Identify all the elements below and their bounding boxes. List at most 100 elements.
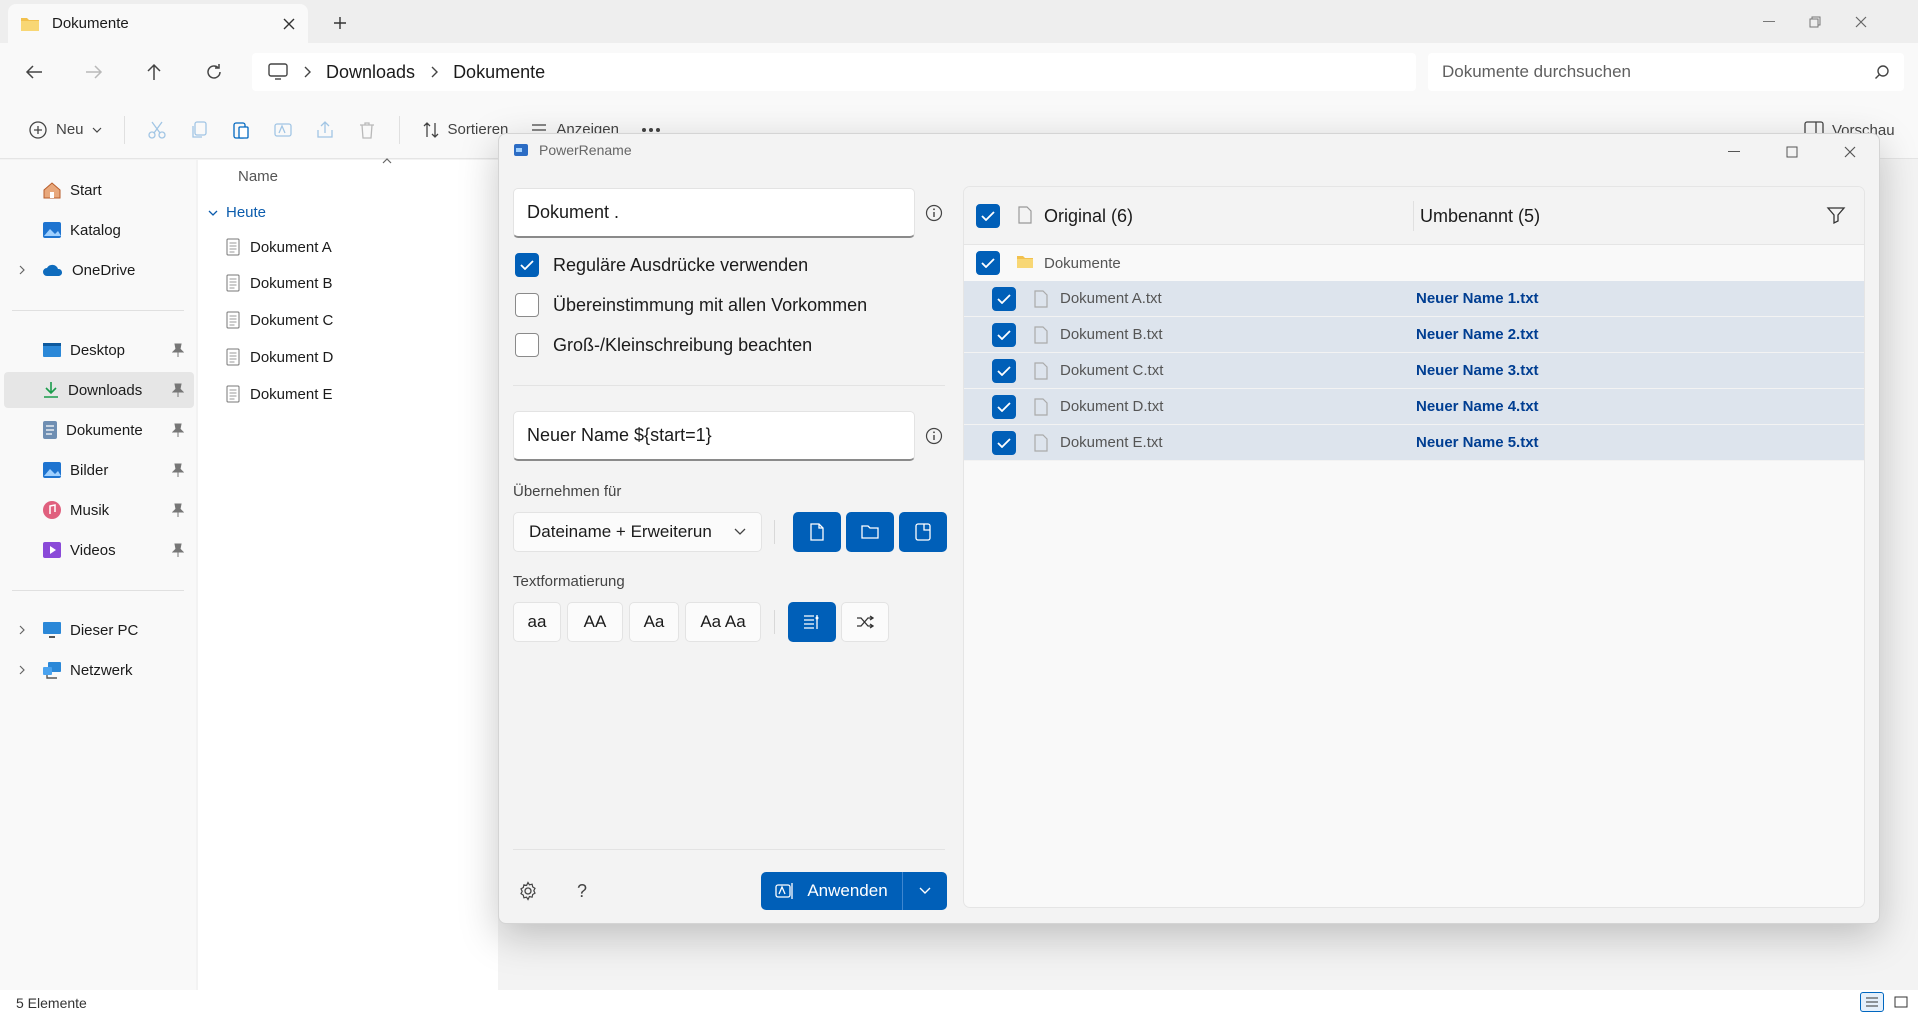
help-icon[interactable]: ? [567,876,597,906]
replace-with-input[interactable]: Neuer Name ${start=1} [513,411,915,461]
group-label: Heute [226,204,267,221]
refresh-button[interactable] [194,52,234,92]
subfolder-icon [915,523,931,541]
include-files-toggle[interactable] [793,512,841,552]
sidebar-item-musik[interactable]: Musik [4,492,194,528]
tab-dokumente[interactable]: Dokumente [8,4,308,43]
info-icon[interactable] [923,202,945,224]
sidebar-item-bilder[interactable]: Bilder [4,452,194,488]
apply-options-button[interactable] [903,872,947,910]
settings-button[interactable] [513,876,543,906]
search-for-input[interactable]: Dokument . [513,188,915,238]
pin-icon[interactable] [172,423,184,437]
chevron-right-icon[interactable] [18,624,26,636]
sidebar-item-dieser-pc[interactable]: Dieser PC [4,612,194,648]
sidebar-item-dokumente[interactable]: Dokumente [4,412,194,448]
randomize-toggle[interactable] [841,602,889,642]
minimize-button[interactable] [1746,0,1792,43]
select-all-checkbox[interactable] [976,204,1000,228]
option-match-all[interactable]: Übereinstimmung mit allen Vorkommen [515,291,867,319]
cut-button[interactable] [139,112,175,148]
paste-button[interactable] [223,112,259,148]
pin-icon[interactable] [172,463,184,477]
pin-icon[interactable] [172,343,184,357]
back-button[interactable] [14,52,54,92]
rename-item-row[interactable]: Dokument D.txt Neuer Name 4.txt [964,389,1864,425]
sidebar-item-videos[interactable]: Videos [4,532,194,568]
up-button[interactable] [134,52,174,92]
folder-row[interactable]: Dokumente [964,245,1864,281]
checkbox-unchecked[interactable] [515,333,539,357]
item-checkbox[interactable] [992,359,1016,383]
sidebar-item-katalog[interactable]: Katalog [4,212,194,248]
apply-button[interactable]: Anwenden [761,872,902,910]
sidebar-item-desktop[interactable]: Desktop [4,332,194,368]
rename-item-row[interactable]: Dokument A.txt Neuer Name 1.txt [964,281,1864,317]
pr-minimize-button[interactable] [1705,134,1763,170]
address-bar[interactable]: Downloads Dokumente [252,53,1416,91]
pin-icon[interactable] [172,543,184,557]
chevron-right-icon[interactable] [18,264,26,276]
option-regex[interactable]: Reguläre Ausdrücke verwenden [515,251,808,279]
filter-icon[interactable] [1826,205,1846,225]
apply-for-label: Übernehmen für [513,483,622,500]
breadcrumb-item[interactable]: Dokumente [453,62,545,83]
sidebar-item-start[interactable]: Start [4,172,194,208]
copy-button[interactable] [181,112,217,148]
file-item[interactable]: Dokument D [226,342,333,372]
apply-for-dropdown[interactable]: Dateiname + Erweiterun [513,512,762,552]
share-button[interactable] [307,112,343,148]
item-checkbox[interactable] [992,395,1016,419]
enumerate-icon [803,614,821,630]
file-item[interactable]: Dokument A [226,232,332,262]
lowercase-button[interactable]: aa [513,602,561,642]
file-item[interactable]: Dokument C [226,305,333,335]
pin-icon[interactable] [172,503,184,517]
item-checkbox[interactable] [992,323,1016,347]
group-header-today[interactable]: Heute [208,204,266,221]
pr-close-button[interactable] [1821,134,1879,170]
original-column-header[interactable]: Original (6) [1044,206,1133,227]
checkbox-unchecked[interactable] [515,293,539,317]
close-tab-icon[interactable] [282,17,296,31]
file-item[interactable]: Dokument E [226,379,333,409]
include-subfolders-toggle[interactable] [899,512,947,552]
pin-icon[interactable] [172,383,184,397]
rename-item-row[interactable]: Dokument B.txt Neuer Name 2.txt [964,317,1864,353]
pr-maximize-button[interactable] [1763,134,1821,170]
option-case-sensitive[interactable]: Groß-/Kleinschreibung beachten [515,331,812,359]
sidebar-item-downloads[interactable]: Downloads [4,372,194,408]
search-box[interactable]: Dokumente durchsuchen [1428,53,1904,91]
enumerate-toggle[interactable] [788,602,836,642]
uppercase-button[interactable]: AA [567,602,623,642]
details-view-button[interactable] [1860,992,1884,1012]
chevron-right-icon[interactable] [18,664,26,676]
delete-button[interactable] [349,112,385,148]
sidebar-item-netzwerk[interactable]: Netzwerk [4,652,194,688]
tiles-view-button[interactable] [1890,992,1912,1012]
forward-button[interactable] [74,52,114,92]
view-switcher [1860,992,1912,1012]
titlecase-button[interactable]: Aa [629,602,679,642]
rename-item-row[interactable]: Dokument E.txt Neuer Name 5.txt [964,425,1864,461]
sidebar-item-label: Videos [70,541,116,559]
restore-button[interactable] [1792,0,1838,43]
file-item[interactable]: Dokument B [226,268,333,298]
new-tab-button[interactable] [320,8,360,38]
renamed-name: Neuer Name 4.txt [1416,398,1539,415]
info-icon[interactable] [923,425,945,447]
breadcrumb-item[interactable]: Downloads [326,62,415,83]
checkbox-checked[interactable] [515,253,539,277]
close-button[interactable] [1838,0,1884,43]
include-folders-toggle[interactable] [846,512,894,552]
capitalize-words-button[interactable]: Aa Aa [685,602,761,642]
item-checkbox[interactable] [992,287,1016,311]
rename-item-row[interactable]: Dokument C.txt Neuer Name 3.txt [964,353,1864,389]
sidebar-item-onedrive[interactable]: OneDrive [4,252,194,288]
column-header-name[interactable]: Name [238,168,278,185]
folder-checkbox[interactable] [976,251,1000,275]
renamed-column-header[interactable]: Umbenannt (5) [1420,206,1540,227]
new-button[interactable]: Neu [20,112,110,148]
item-checkbox[interactable] [992,431,1016,455]
rename-button[interactable] [265,112,301,148]
